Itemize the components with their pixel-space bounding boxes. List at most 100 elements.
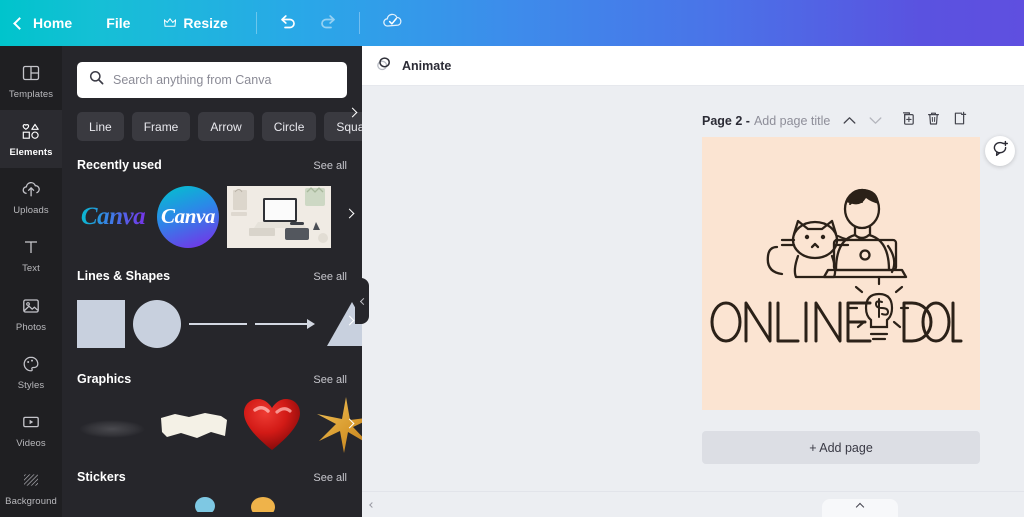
- section-title: Graphics: [77, 372, 132, 386]
- expand-pages-panel-tab[interactable]: [822, 499, 898, 517]
- bottom-collapse-button[interactable]: [366, 498, 378, 512]
- save-status-button[interactable]: [382, 12, 404, 35]
- home-button[interactable]: Home: [13, 15, 73, 31]
- search-box[interactable]: [77, 62, 347, 98]
- resize-button[interactable]: Resize: [164, 15, 228, 31]
- cloud-check-icon: [382, 12, 404, 35]
- crown-icon: [164, 15, 177, 31]
- add-page-button[interactable]: + Add page: [702, 431, 980, 464]
- templates-grid-icon: [20, 62, 42, 84]
- file-menu-button[interactable]: File: [106, 15, 130, 31]
- lines-shapes-next-button[interactable]: [342, 313, 356, 327]
- canva-editor-window: Home File Resize Templates Elements Uplo…: [0, 0, 1024, 517]
- left-nav-rail: Templates Elements Uploads Text Photos S…: [0, 46, 62, 517]
- elements-shapes-icon: [20, 120, 42, 142]
- canva-wordmark-thumb[interactable]: Canva: [77, 202, 149, 232]
- home-button-label: Home: [33, 15, 73, 31]
- chevron-down-icon: [869, 112, 882, 130]
- canva-circle-logo-thumb[interactable]: Canva: [157, 185, 219, 248]
- top-toolbar: Home File Resize: [0, 0, 1024, 46]
- chevron-right-icon: [344, 208, 354, 218]
- editor-main-area: Animate Page 2 - Add page title + Add pa…: [362, 46, 1024, 517]
- bottom-status-bar: [362, 491, 1024, 517]
- logo-text-online: [710, 301, 872, 342]
- sidebar-item-elements-label: Elements: [9, 147, 53, 159]
- file-menu-label: File: [106, 15, 131, 31]
- torn-paper-graphic-thumb[interactable]: [159, 396, 229, 459]
- sidebar-item-videos[interactable]: Videos: [0, 401, 62, 459]
- sidebar-item-text[interactable]: Text: [0, 226, 62, 284]
- animate-circles-icon: [376, 55, 393, 77]
- add-page-after-button[interactable]: [946, 110, 972, 132]
- chip-line[interactable]: Line: [77, 112, 124, 141]
- chevron-left-icon: [369, 502, 375, 508]
- blue-sticker-thumb[interactable]: [192, 490, 218, 517]
- section-title: Recently used: [77, 158, 162, 172]
- chip-arrow[interactable]: Arrow: [198, 112, 254, 141]
- add-comment-button[interactable]: [985, 136, 1015, 166]
- sidebar-item-templates[interactable]: Templates: [0, 52, 62, 110]
- chip-frame[interactable]: Frame: [131, 112, 191, 141]
- chip-line-label: Line: [89, 119, 112, 134]
- see-all-lines-shapes[interactable]: See all: [313, 271, 347, 283]
- sidebar-item-templates-label: Templates: [8, 89, 54, 101]
- line-glyph: [189, 322, 247, 325]
- redo-button[interactable]: [319, 13, 337, 34]
- sidebar-item-background[interactable]: Background: [0, 459, 62, 517]
- resize-button-label: Resize: [183, 15, 228, 31]
- section-header-stickers: Stickers See all: [62, 470, 362, 484]
- upload-cloud-icon: [20, 178, 42, 200]
- sidebar-item-uploads[interactable]: Uploads: [0, 168, 62, 226]
- lines-shapes-row: [62, 283, 362, 355]
- page-title-input[interactable]: Add page title: [754, 114, 830, 128]
- chips-scroll-right-button[interactable]: [344, 104, 360, 121]
- search-container: [62, 46, 362, 98]
- arrow-shape-thumb[interactable]: [255, 300, 317, 348]
- background-hatch-icon: [20, 469, 42, 491]
- canvas-artboard[interactable]: [702, 137, 980, 410]
- see-all-stickers[interactable]: See all: [313, 472, 347, 484]
- square-shape-thumb[interactable]: [77, 299, 125, 348]
- orange-sticker-thumb[interactable]: [248, 490, 278, 517]
- recently-used-row: Canva Canva: [62, 172, 362, 252]
- animate-button-label[interactable]: Animate: [402, 59, 451, 73]
- circle-shape-thumb[interactable]: [133, 299, 181, 348]
- section-title: Stickers: [77, 470, 126, 484]
- section-header-graphics: Graphics See all: [62, 372, 362, 386]
- page-move-up-button[interactable]: [836, 110, 862, 132]
- chip-circle[interactable]: Circle: [261, 112, 317, 141]
- sidebar-item-styles[interactable]: Styles: [0, 343, 62, 401]
- elements-panel: Line Frame Arrow Circle Square Recently …: [62, 46, 362, 517]
- smudge-graphic-thumb[interactable]: [77, 396, 147, 459]
- desk-laptop-photo-thumb[interactable]: [227, 185, 331, 248]
- sidebar-item-background-label: Background: [5, 495, 57, 507]
- add-comment-icon: [992, 140, 1009, 162]
- see-all-graphics[interactable]: See all: [313, 374, 347, 386]
- redo-arrow-icon: [319, 13, 337, 34]
- page-move-down-button[interactable]: [862, 110, 888, 132]
- graphics-next-button[interactable]: [342, 416, 356, 430]
- line-shape-thumb[interactable]: [189, 300, 247, 348]
- duplicate-page-icon: [900, 111, 915, 131]
- chip-circle-label: Circle: [273, 119, 305, 134]
- chevron-up-icon: [855, 502, 865, 512]
- toolbar-divider-2: [358, 12, 360, 34]
- video-play-icon: [20, 411, 42, 433]
- sidebar-item-styles-label: Styles: [17, 379, 45, 391]
- recently-used-next-button[interactable]: [342, 206, 356, 220]
- search-input[interactable]: [113, 73, 335, 87]
- sidebar-item-photos[interactable]: Photos: [0, 285, 62, 343]
- duplicate-page-button[interactable]: [894, 110, 920, 132]
- panel-collapse-button[interactable]: [355, 278, 369, 324]
- see-all-recently-used[interactable]: See all: [313, 160, 347, 172]
- red-heart-graphic-thumb[interactable]: [241, 396, 303, 459]
- undo-button[interactable]: [279, 13, 297, 34]
- palette-icon: [20, 353, 42, 375]
- chevron-right-icon: [347, 107, 357, 118]
- context-toolbar: Animate: [362, 46, 1024, 86]
- section-header-recently-used: Recently used See all: [62, 158, 362, 172]
- stickers-row: [62, 484, 362, 517]
- delete-page-button[interactable]: [920, 110, 946, 132]
- sidebar-item-elements[interactable]: Elements: [0, 110, 62, 169]
- text-t-icon: [20, 236, 42, 258]
